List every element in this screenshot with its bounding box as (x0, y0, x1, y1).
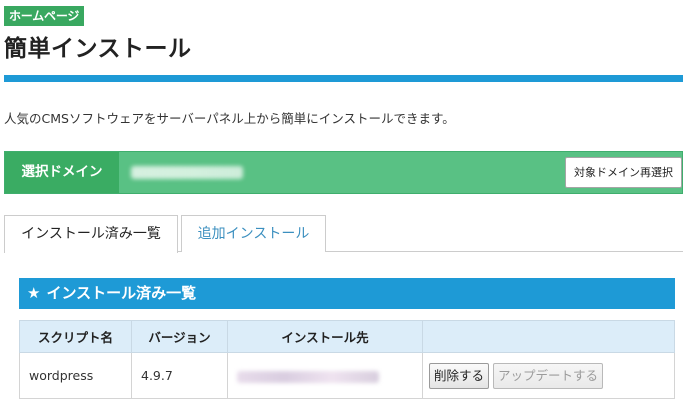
domain-value-redacted (131, 166, 243, 179)
page-description: 人気のCMSソフトウェアをサーバーパネル上から簡単にインストールできます。 (4, 111, 455, 126)
domain-label: 選択ドメイン (5, 152, 119, 193)
table-header-row: スクリプト名 バージョン インストール先 (19, 320, 675, 353)
panel-title: インストール済み一覧 (46, 284, 197, 302)
title-underline (4, 75, 683, 82)
page-title: 簡単インストール (4, 36, 192, 62)
header-actions (422, 320, 675, 353)
domain-bar: 選択ドメイン 対象ドメイン再選択 (4, 151, 683, 194)
header-script: スクリプト名 (19, 320, 132, 353)
cell-version: 4.9.7 (131, 352, 228, 399)
update-button[interactable]: アップデートする (493, 362, 604, 389)
tab-bar: インストール済み一覧 追加インストール (4, 215, 683, 253)
installed-table: スクリプト名 バージョン インストール先 wordpress 4.9.7 削除す… (19, 320, 675, 399)
install-dest-redacted (237, 370, 379, 383)
header-version: バージョン (131, 320, 228, 353)
tab-installed-list[interactable]: インストール済み一覧 (4, 215, 178, 253)
cell-actions: 削除する アップデートする (422, 352, 675, 399)
installed-panel-header: ★ インストール済み一覧 (19, 278, 675, 309)
header-install-dest: インストール先 (227, 320, 423, 353)
tab-add-install[interactable]: 追加インストール (181, 215, 326, 252)
home-badge[interactable]: ホームページ (4, 6, 85, 26)
cell-install-dest (227, 352, 423, 399)
reselect-domain-button[interactable]: 対象ドメイン再選択 (565, 157, 682, 188)
delete-button[interactable]: 削除する (429, 362, 490, 389)
cell-script: wordpress (19, 352, 132, 399)
star-icon: ★ (27, 284, 41, 302)
table-row: wordpress 4.9.7 削除する アップデートする (19, 352, 675, 399)
